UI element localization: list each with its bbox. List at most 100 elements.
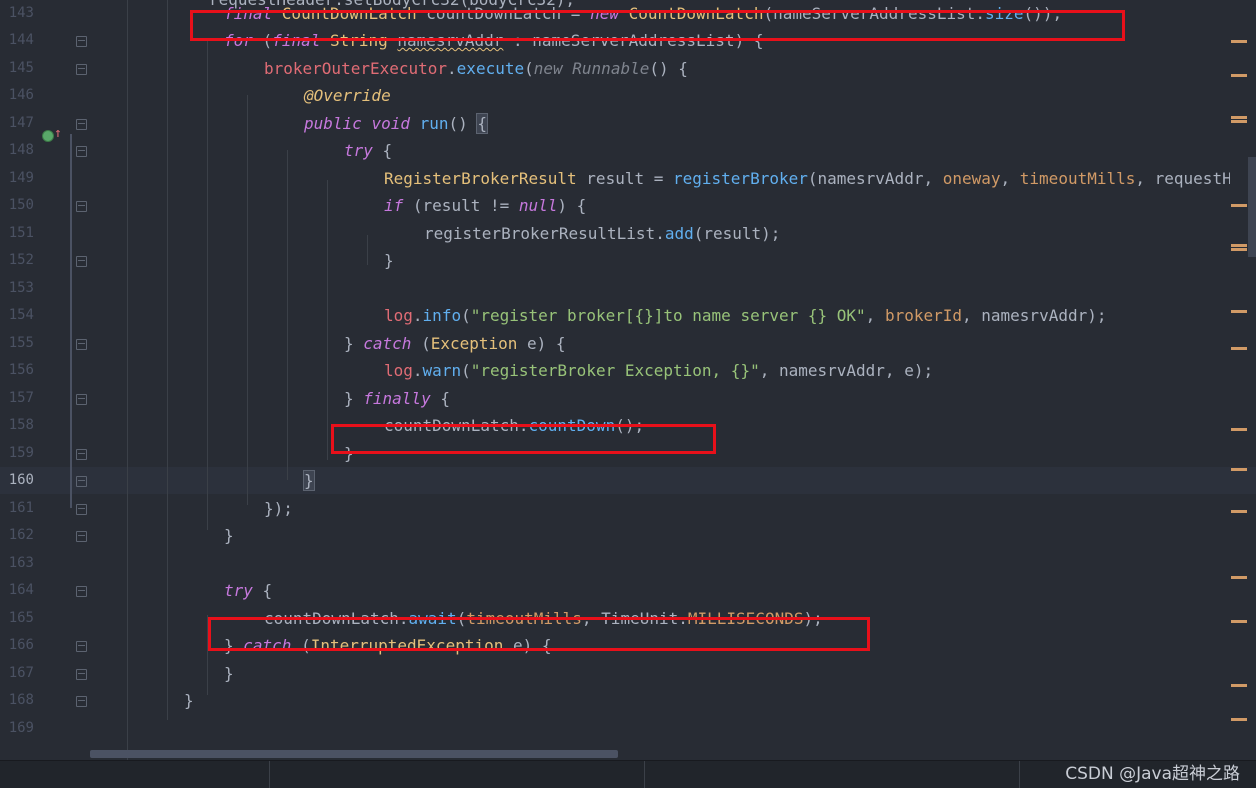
- code-token: ) {: [557, 196, 587, 215]
- code-token: if: [384, 196, 413, 215]
- fold-open-icon[interactable]: [76, 36, 87, 47]
- code-token: registerBroker: [673, 168, 808, 188]
- fold-open-icon[interactable]: [76, 393, 87, 405]
- line-number: 144: [8, 32, 34, 48]
- fold-close-icon[interactable]: [76, 503, 87, 515]
- line-number: 165: [8, 609, 34, 626]
- error-stripe-marker[interactable]: [1231, 74, 1247, 77]
- error-stripe-marker[interactable]: [1231, 248, 1247, 251]
- code-token: });: [264, 498, 293, 518]
- code-token: "registerBroker Exception, {}": [470, 361, 760, 380]
- line-number: 150: [8, 197, 34, 213]
- error-stripe-marker[interactable]: [1231, 244, 1247, 247]
- fold-open-icon[interactable]: [76, 63, 87, 75]
- code-token: (): [448, 113, 478, 133]
- code-token: (: [461, 361, 471, 380]
- code-token: , namesrvAddr);: [962, 306, 1107, 325]
- code-token: {: [476, 112, 489, 134]
- line-number: 143: [8, 4, 34, 21]
- fold-open-icon[interactable]: [76, 338, 87, 350]
- code-token: ,: [865, 306, 885, 325]
- indent-guide: [367, 235, 368, 265]
- line-number: 166: [8, 637, 34, 653]
- error-stripe-marker[interactable]: [1231, 684, 1247, 687]
- line-number: 169: [8, 719, 34, 736]
- code-line-text: public void run() {: [304, 110, 489, 137]
- fold-open-icon[interactable]: [76, 201, 87, 212]
- code-token: timeoutMills: [1019, 168, 1136, 188]
- error-stripe-marker[interactable]: [1231, 116, 1247, 119]
- code-token: (result);: [693, 223, 781, 243]
- code-token: try: [344, 141, 383, 160]
- code-token: void: [371, 113, 420, 133]
- error-stripe-marker[interactable]: [1231, 576, 1247, 579]
- error-stripe-marker[interactable]: [1231, 510, 1247, 513]
- code-token: log: [384, 361, 413, 380]
- error-stripe-marker[interactable]: [1231, 310, 1247, 313]
- fold-close-icon[interactable]: [76, 668, 87, 680]
- code-token: {: [440, 388, 450, 408]
- code-token: .: [412, 361, 423, 380]
- fold-close-icon[interactable]: [76, 448, 87, 460]
- line-number: 159: [8, 444, 34, 461]
- code-token: , namesrvAddr, e);: [759, 361, 934, 380]
- line-number: 149: [8, 169, 34, 186]
- code-line-text: if (result != null) {: [384, 192, 586, 219]
- code-token: (result !=: [412, 196, 519, 215]
- line-number: 162: [8, 527, 34, 543]
- vertical-scrollbar-thumb[interactable]: [1248, 157, 1256, 257]
- horizontal-scrollbar-thumb[interactable]: [90, 750, 618, 758]
- code-token: new: [533, 58, 573, 78]
- error-stripe-marker[interactable]: [1231, 468, 1247, 471]
- line-number: 163: [8, 554, 34, 571]
- code-line-text: }: [224, 660, 234, 687]
- code-line-text: }: [184, 687, 194, 714]
- line-number: 155: [8, 334, 34, 351]
- fold-close-icon[interactable]: [76, 256, 87, 267]
- fold-close-icon[interactable]: [76, 696, 87, 707]
- fold-close-icon[interactable]: [76, 476, 87, 487]
- bottom-tool-bar: CSDN @Java超神之路: [0, 760, 1256, 788]
- code-token: result =: [586, 168, 673, 188]
- indent-guide: [247, 95, 248, 505]
- code-line-text: try {: [224, 577, 272, 604]
- code-token: .: [412, 306, 423, 325]
- override-arrow-icon[interactable]: ↑: [54, 127, 62, 141]
- code-line-text: } catch (Exception e) {: [344, 330, 566, 357]
- toolbar-divider: [269, 761, 270, 788]
- code-token: registerBrokerResultList.: [424, 223, 665, 243]
- error-stripe-marker[interactable]: [1231, 428, 1247, 431]
- change-marker-bar: [70, 134, 72, 508]
- line-number: 157: [8, 389, 34, 406]
- indent-guide: [207, 40, 208, 530]
- fold-open-icon[interactable]: [76, 146, 87, 157]
- fold-open-icon[interactable]: [76, 586, 87, 597]
- code-token: warn: [422, 361, 462, 380]
- fold-open-icon[interactable]: [76, 118, 87, 130]
- error-stripe-marker[interactable]: [1231, 204, 1247, 207]
- code-token: catch: [363, 333, 422, 353]
- line-number: 154: [8, 307, 34, 323]
- code-token: }: [384, 251, 394, 270]
- code-token: }: [224, 663, 234, 683]
- code-token: @Override: [304, 86, 391, 105]
- error-stripe-marker[interactable]: [1231, 718, 1247, 721]
- code-token: log: [384, 306, 413, 325]
- line-number: 158: [8, 417, 34, 433]
- implements-method-icon[interactable]: [42, 130, 54, 142]
- code-token: execute: [456, 58, 525, 78]
- code-editor[interactable]: 143 144 145 146 147 148 149 150 151 152 153 154 155 1…: [0, 0, 1256, 760]
- error-stripe-marker[interactable]: [1231, 347, 1247, 350]
- code-token: Exception: [430, 333, 528, 353]
- code-token: brokerId: [884, 306, 962, 325]
- code-token: (: [421, 333, 431, 353]
- error-stripe-marker[interactable]: [1231, 620, 1247, 623]
- error-stripe-marker[interactable]: [1231, 40, 1247, 43]
- code-token: {: [382, 141, 393, 160]
- line-number: 147: [8, 114, 34, 131]
- fold-open-icon[interactable]: [76, 641, 87, 652]
- highlight-box-countdown-call: [331, 424, 716, 454]
- fold-close-icon[interactable]: [76, 531, 87, 542]
- error-stripe-marker[interactable]: [1231, 120, 1247, 123]
- code-token: }: [344, 333, 364, 353]
